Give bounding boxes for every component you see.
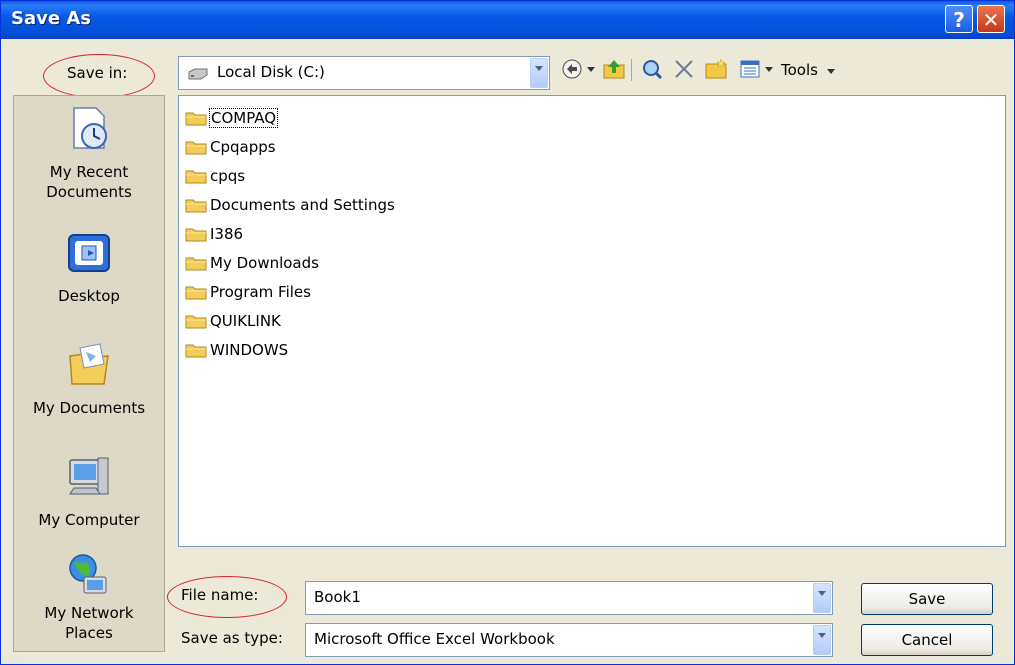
folder-icon [185, 199, 207, 213]
folder-icon [185, 286, 207, 300]
place-desktop[interactable]: Desktop [14, 224, 164, 314]
file-name-value: Book1 [314, 588, 361, 606]
close-button[interactable]: ✕ [977, 5, 1005, 33]
save-in-label: Save in: [67, 64, 128, 82]
title-bar[interactable]: Save As ? ✕ [1, 1, 1014, 39]
place-label: My Network Places [44, 604, 134, 642]
tools-label: Tools [781, 61, 818, 79]
folder-name: Documents and Settings [210, 196, 395, 214]
file-name-label: File name: [181, 586, 259, 604]
folder-icon [185, 141, 207, 155]
save-in-value: Local Disk (C:) [217, 63, 325, 81]
file-name-input[interactable]: Book1 [305, 581, 833, 615]
delete-icon[interactable] [673, 58, 695, 80]
folder-icon [185, 112, 207, 126]
file-name-dropdown-arrow[interactable] [813, 583, 831, 613]
save-in-dropdown[interactable]: Local Disk (C:) [178, 56, 550, 90]
up-one-level-icon[interactable] [603, 58, 625, 80]
save-as-type-label: Save as type: [181, 629, 283, 647]
my-documents-icon [69, 343, 109, 385]
folder-icon [185, 170, 207, 184]
place-label: My Recent Documents [46, 163, 132, 201]
folder-icon [185, 315, 207, 329]
folder-name: Program Files [210, 283, 311, 301]
folder-name: QUIKLINK [210, 312, 281, 330]
cancel-button[interactable]: Cancel [861, 624, 993, 656]
place-label: Desktop [58, 287, 120, 305]
network-places-icon [69, 554, 107, 594]
folder-name: I386 [210, 225, 244, 243]
desktop-icon [68, 234, 110, 272]
save-in-dropdown-arrow[interactable] [530, 58, 548, 88]
place-my-documents[interactable]: My Documents [14, 334, 164, 434]
folder-name: cpqs [210, 167, 246, 185]
back-icon[interactable] [561, 58, 583, 80]
views-dropdown-icon[interactable] [765, 67, 773, 73]
back-dropdown-icon[interactable] [587, 67, 595, 73]
folder-name: My Downloads [210, 254, 319, 272]
dialog-title: Save As [11, 8, 91, 29]
folder-name: WINDOWS [210, 341, 289, 359]
place-network-places[interactable]: My Network Places [14, 551, 164, 651]
my-computer-icon [69, 457, 109, 495]
folder-name: COMPAQ [208, 108, 279, 128]
place-recent-documents[interactable]: My Recent Documents [14, 106, 164, 206]
folder-name: Cpqapps [210, 138, 276, 156]
new-folder-icon[interactable] [705, 58, 727, 80]
save-as-type-value: Microsoft Office Excel Workbook [314, 630, 555, 648]
folder-icon [185, 344, 207, 358]
folder-icon [185, 257, 207, 271]
file-list[interactable]: COMPAQ Cpqapps cpqs Documents and Settin… [178, 95, 1006, 547]
save-button[interactable]: Save [861, 583, 993, 615]
save-as-type-dropdown-arrow[interactable] [813, 625, 831, 655]
recent-documents-icon [73, 107, 107, 149]
toolbar-separator [631, 59, 632, 81]
place-my-computer[interactable]: My Computer [14, 446, 164, 546]
help-button[interactable]: ? [945, 5, 973, 33]
tools-menu[interactable]: Tools [781, 61, 835, 79]
places-bar: My RecentDocuments Desktop My Documents [13, 95, 165, 652]
place-label: My Documents [32, 399, 146, 417]
place-label: My Computer [38, 511, 140, 529]
save-as-type-dropdown[interactable]: Microsoft Office Excel Workbook [305, 623, 833, 657]
folder-icon [185, 228, 207, 242]
views-icon[interactable] [739, 58, 761, 80]
tools-dropdown-icon [826, 69, 835, 74]
search-web-icon[interactable] [641, 58, 663, 80]
save-as-dialog: Save As ? ✕ Save in: Local Disk (C:) Too… [0, 0, 1015, 665]
drive-icon [188, 68, 208, 80]
